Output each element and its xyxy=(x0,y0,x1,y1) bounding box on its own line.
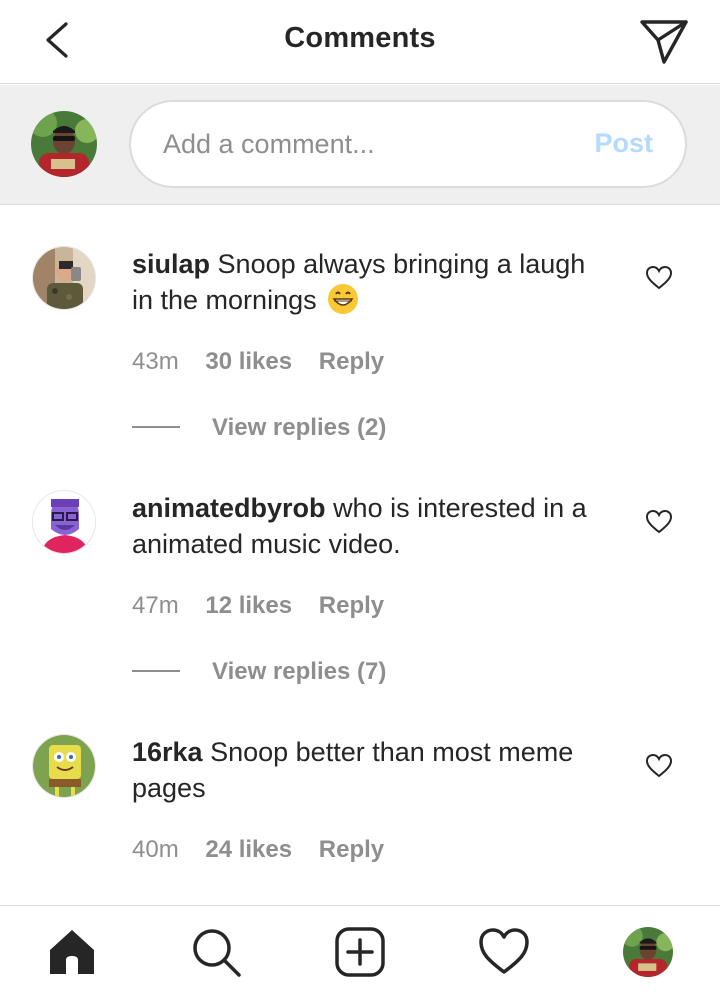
reply-button[interactable]: Reply xyxy=(319,348,384,375)
replies-divider-line xyxy=(132,669,180,672)
comment-timestamp: 43m xyxy=(132,348,179,375)
comment-username[interactable]: animatedbyrob xyxy=(132,493,326,523)
view-replies-label: View replies (2) xyxy=(212,414,387,441)
comment-username[interactable]: 16rka xyxy=(132,737,203,767)
likes-count[interactable]: 24 likes xyxy=(205,836,292,863)
like-heart-icon[interactable] xyxy=(645,265,673,291)
avatar[interactable] xyxy=(32,246,96,310)
paper-plane-icon[interactable] xyxy=(636,14,692,66)
comment-text: animatedbyrob who is interested in a ani… xyxy=(132,490,602,562)
page-title: Comments xyxy=(284,22,436,54)
reply-button[interactable]: Reply xyxy=(319,592,384,619)
likes-count[interactable]: 12 likes xyxy=(205,592,292,619)
comment-input[interactable] xyxy=(163,102,583,186)
search-icon[interactable] xyxy=(190,926,242,978)
reply-button[interactable]: Reply xyxy=(319,836,384,863)
comment-meta: 43m 30 likes Reply xyxy=(132,348,404,376)
view-replies-button[interactable]: View replies (7) xyxy=(132,658,386,686)
comment-meta: 40m 24 likes Reply xyxy=(132,836,404,864)
view-replies-button[interactable]: View replies (2) xyxy=(132,414,386,442)
comment-meta: 47m 12 likes Reply xyxy=(132,592,404,620)
view-replies-label: View replies (7) xyxy=(212,658,387,685)
comment-input-container: Post xyxy=(129,100,687,188)
top-bar: Comments xyxy=(0,0,720,84)
post-button[interactable]: Post xyxy=(594,128,653,159)
comment-timestamp: 47m xyxy=(132,592,179,619)
avatar[interactable] xyxy=(32,734,96,798)
comment-text: 16rka Snoop better than most meme pages xyxy=(132,734,602,806)
comment-text: siulap Snoop always bringing a laugh in … xyxy=(132,246,602,318)
comment-compose-bar: Post xyxy=(0,85,720,205)
replies-divider-line xyxy=(132,425,180,428)
comment-timestamp: 40m xyxy=(132,836,179,863)
likes-count[interactable]: 30 likes xyxy=(205,348,292,375)
home-icon[interactable] xyxy=(46,926,98,978)
comment-username[interactable]: siulap xyxy=(132,249,210,279)
activity-heart-icon[interactable] xyxy=(478,926,530,978)
profile-avatar[interactable] xyxy=(623,927,673,977)
new-post-icon[interactable] xyxy=(334,926,386,978)
like-heart-icon[interactable] xyxy=(645,753,673,779)
avatar[interactable] xyxy=(32,490,96,554)
current-user-avatar xyxy=(31,111,97,177)
bottom-navigation xyxy=(0,905,720,1001)
grinning-face-icon xyxy=(328,284,359,314)
like-heart-icon[interactable] xyxy=(645,509,673,535)
